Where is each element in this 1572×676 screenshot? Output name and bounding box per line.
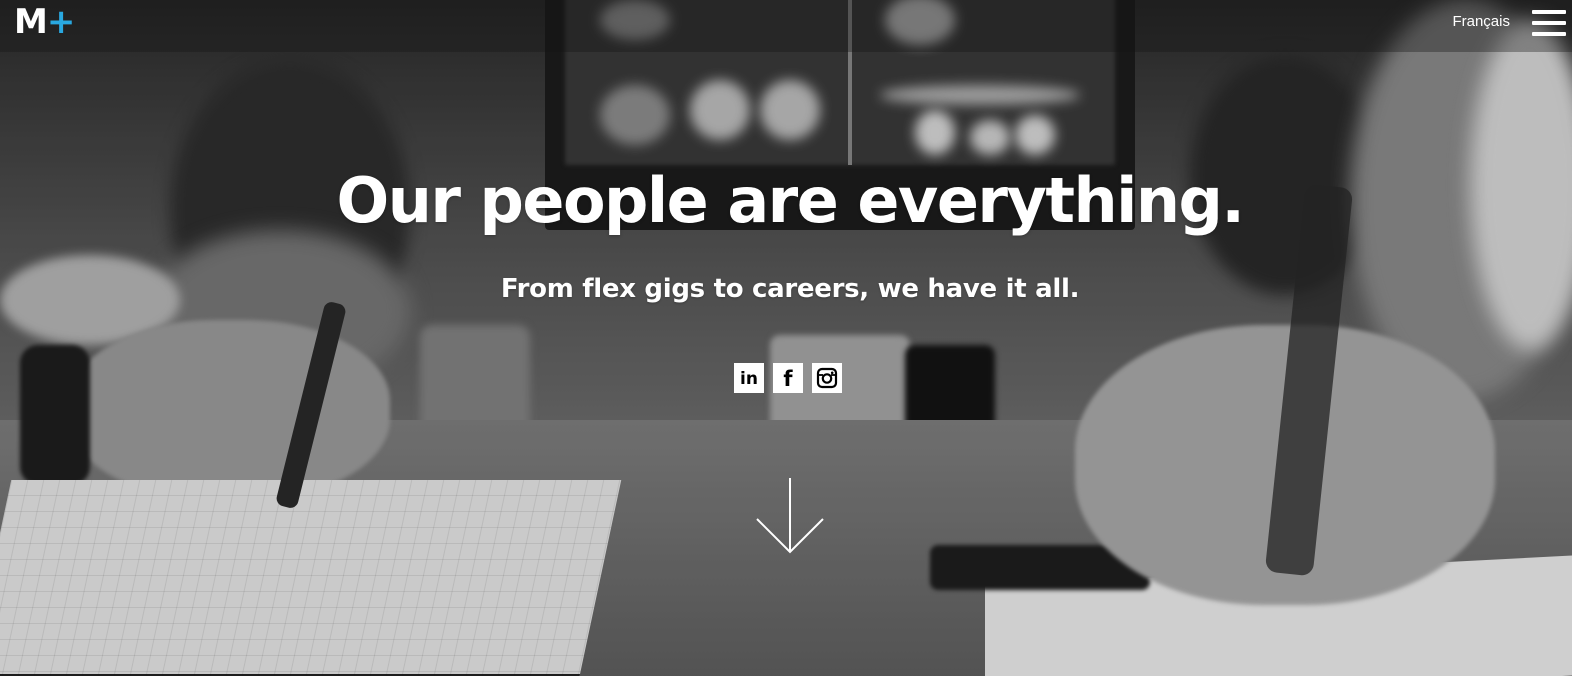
facebook-icon[interactable]: f [773, 363, 803, 393]
svg-text:in: in [740, 369, 758, 389]
hero-subheadline: From flex gigs to careers, we have it al… [500, 274, 1080, 304]
top-navigation-bar: M+ Français [0, 0, 1572, 52]
hero-headline: Our people are everything. [336, 164, 1245, 237]
language-switch-link[interactable]: Français [1452, 13, 1510, 30]
svg-text:f: f [783, 367, 793, 389]
hamburger-menu-icon[interactable] [1532, 10, 1566, 36]
logo-plus: + [46, 2, 75, 42]
arrow-down-icon[interactable] [756, 478, 824, 554]
hero-background-image [0, 0, 1572, 676]
instagram-icon[interactable] [812, 363, 842, 393]
logo-letter: M [14, 2, 48, 42]
linkedin-icon[interactable]: in [734, 363, 764, 393]
social-links: in f [734, 363, 842, 393]
site-logo[interactable]: M+ [14, 2, 75, 42]
